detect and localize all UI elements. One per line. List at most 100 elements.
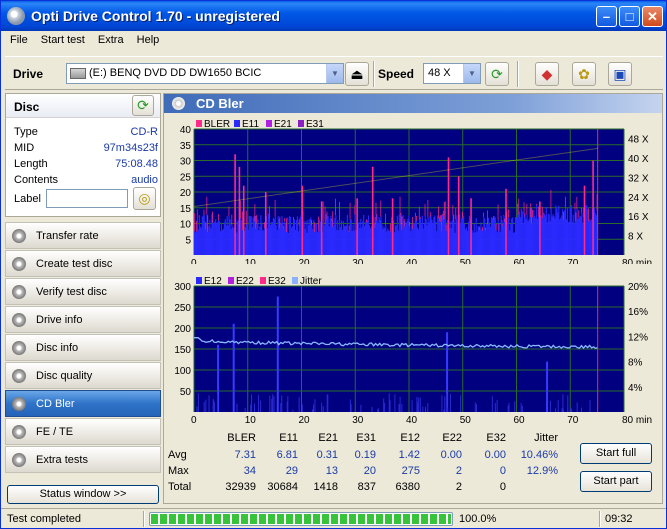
status-separator (143, 511, 145, 527)
menu-start-test[interactable]: Start test (36, 32, 90, 48)
e11-bar (360, 218, 362, 255)
e11-bar (509, 230, 511, 255)
e11-bar (488, 217, 490, 255)
e11-bar (545, 206, 547, 255)
e11-bar (351, 230, 353, 255)
x-tick-label: 80 min (622, 258, 652, 264)
bler-bar (419, 216, 421, 219)
settings-button[interactable]: ✿ (572, 62, 596, 86)
e11-bar (341, 220, 343, 255)
bler-peak (505, 188, 507, 255)
e11-bar (478, 226, 480, 255)
nav-item-disc-info[interactable]: Disc info (5, 334, 161, 361)
e11-bar (292, 226, 294, 255)
e12-bar (520, 403, 522, 412)
e11-bar (253, 216, 255, 255)
e12-bar (447, 407, 449, 412)
chevron-down-icon[interactable]: ▼ (463, 64, 480, 83)
menu-help[interactable]: Help (132, 32, 165, 48)
nav-item-fe-te[interactable]: FE / TE (5, 418, 161, 445)
e11-bar (229, 219, 231, 255)
e11-bar (551, 216, 553, 255)
nav-item-cd-bler[interactable]: CD Bler (5, 390, 161, 417)
bler-bar (415, 212, 416, 217)
e11-bar (496, 232, 498, 255)
chevron-down-icon[interactable]: ▼ (326, 64, 343, 83)
e11-bar (567, 222, 569, 255)
nav-item-disc-quality[interactable]: Disc quality (5, 362, 161, 389)
e12-bar (427, 402, 429, 412)
e11-bar (562, 209, 564, 255)
bler-bar (412, 216, 413, 230)
maximize-button[interactable]: □ (619, 6, 640, 27)
bler-bar (390, 223, 391, 232)
e11-bar (261, 222, 263, 255)
nav-item-create-test-disc[interactable]: Create test disc (5, 250, 161, 277)
x-tick-label: 30 (352, 258, 364, 264)
legend-swatch (292, 277, 298, 284)
x-tick-label: 70 (567, 415, 579, 426)
e11-bar (213, 223, 215, 255)
e11-bar (227, 225, 229, 255)
save-button[interactable]: ▣ (608, 62, 632, 86)
drive-select[interactable]: (E:) BENQ DVD DD DW1650 BCIC ▼ (66, 63, 344, 84)
e12-bar (292, 409, 294, 412)
e11-bar (225, 225, 227, 255)
nav-item-extra-tests[interactable]: Extra tests (5, 446, 161, 473)
stats-column-header: E21 (318, 432, 338, 444)
bler-peak (234, 154, 236, 255)
e11-bar (361, 227, 363, 255)
e12-spike (546, 361, 549, 412)
e12-bar (557, 400, 559, 412)
e11-bar (556, 208, 558, 255)
menu-extra[interactable]: Extra (93, 32, 129, 48)
start-full-button[interactable]: Start full (580, 443, 652, 464)
minimize-button[interactable]: – (596, 6, 617, 27)
e11-bar (572, 214, 574, 255)
label-write-button[interactable]: ◎ (133, 187, 156, 210)
nav-item-verify-test-disc[interactable]: Verify test disc (5, 278, 161, 305)
e12-bar (419, 397, 421, 412)
bler-bar (479, 227, 481, 230)
bler-peak (470, 198, 472, 255)
bler-bar (424, 204, 426, 216)
bler-bar (283, 226, 285, 228)
refresh-speed-button[interactable]: ⟳ (485, 62, 509, 86)
menu-file[interactable]: File (5, 32, 33, 48)
e11-bar (291, 227, 293, 255)
e11-bar (477, 226, 479, 255)
bler-bar (508, 209, 509, 218)
e12-bar (581, 407, 583, 412)
nav-item-transfer-rate[interactable]: Transfer rate (5, 222, 161, 249)
e12-bar (205, 399, 207, 412)
e11-bar (463, 215, 465, 255)
panel-header: CD Bler (164, 94, 662, 113)
bler-bar (274, 199, 276, 217)
speed-select[interactable]: 48 X ▼ (423, 63, 481, 84)
e12-bar (589, 400, 591, 412)
stats-column-header: E12 (400, 432, 420, 444)
start-part-button[interactable]: Start part (580, 471, 652, 492)
e11-bar (257, 219, 259, 255)
disc-row-value: CD-R (130, 126, 159, 138)
e11-bar (230, 228, 232, 255)
e11-bar (428, 222, 430, 255)
eject-button[interactable]: ⏏ (345, 62, 369, 86)
e11-bar (416, 227, 419, 255)
e11-bar (248, 215, 250, 255)
e11-bar (441, 230, 443, 255)
e12-spike (276, 296, 279, 412)
title-bar[interactable]: Opti Drive Control 1.70 - unregistered –… (1, 1, 666, 31)
bler-bar (286, 218, 287, 232)
stats-column-header: Jitter (534, 432, 558, 444)
e11-bar (275, 225, 277, 255)
close-button[interactable]: ✕ (642, 6, 663, 27)
e12-bar (271, 398, 273, 412)
nav-item-drive-info[interactable]: Drive info (5, 306, 161, 333)
e11-bar (440, 221, 442, 255)
label-input[interactable] (46, 189, 128, 208)
e12-bar (327, 394, 329, 412)
status-window-button[interactable]: Status window >> (7, 485, 159, 504)
eraser-button[interactable]: ◆ (535, 62, 559, 86)
refresh-disc-button[interactable]: ⟳ (132, 95, 154, 116)
